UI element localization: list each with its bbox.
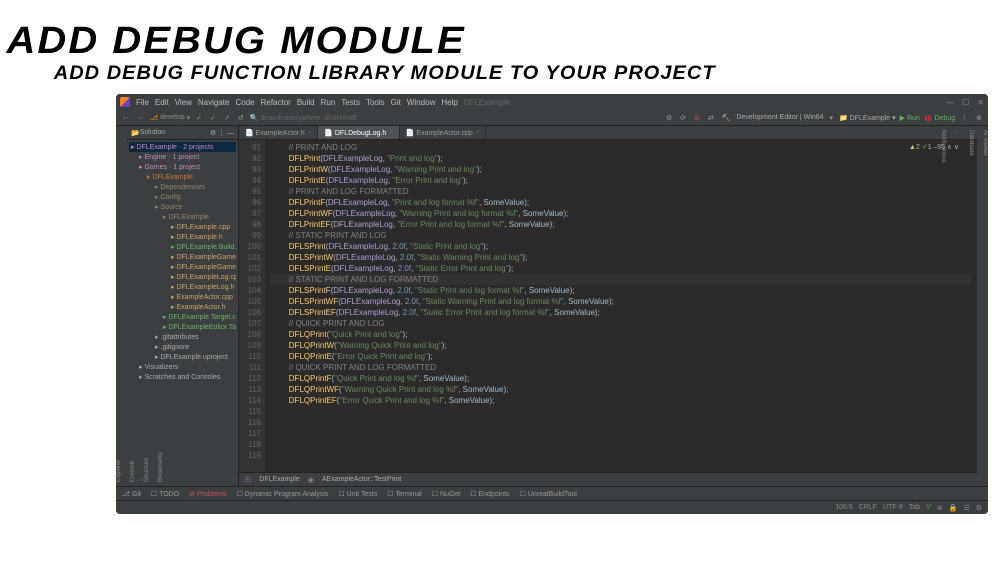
- bottom-tab-endpoints[interactable]: ☐ Endpoints: [470, 490, 509, 498]
- menu-build[interactable]: Build: [297, 98, 315, 107]
- menu-tools[interactable]: Tools: [366, 98, 385, 107]
- profiler-icon[interactable]: ⊕: [974, 114, 984, 122]
- vcs-commit-icon[interactable]: ✓: [208, 114, 218, 122]
- bottom-tab-todo[interactable]: ☐ TODO: [151, 490, 179, 498]
- search-hint[interactable]: 🔍 Search everywhere Shift+Shift: [250, 114, 357, 122]
- status-bar: 106:5 CRLF UTF-8 Tab V ⊛ 🔒 ☰ ⚙: [116, 500, 988, 514]
- page-title: ADD DEBUG MODULE: [0, 0, 1000, 63]
- settings-icon[interactable]: ⚙: [664, 114, 674, 122]
- stop-icon[interactable]: ⊘: [692, 114, 702, 122]
- menu-tests[interactable]: Tests: [341, 98, 360, 107]
- notif-icon[interactable]: ☰: [963, 504, 969, 512]
- bottom-tab-git[interactable]: ⎇ Git: [122, 490, 141, 498]
- forward-button[interactable]: →: [135, 114, 146, 121]
- menu-git[interactable]: Git: [391, 98, 401, 107]
- bottom-tab-unit-tests[interactable]: ☐ Unit Tests: [338, 490, 377, 498]
- editor-tab[interactable]: 📄 DFLDebugLog.h×: [318, 126, 400, 139]
- breadcrumb[interactable]: ☷DFLExample ◉AExampleActor::TestPrint: [239, 472, 977, 486]
- editor-panel: 📄 ExampleActor.h×📄 DFLDebugLog.h×📄 Examp…: [239, 126, 977, 486]
- sync-icon[interactable]: ⇄: [706, 114, 716, 122]
- bottom-tab-nuget[interactable]: ☐ NuGet: [432, 490, 460, 498]
- ai-icon[interactable]: ⊛: [937, 504, 943, 512]
- bottom-tab-terminal[interactable]: ☐ Terminal: [387, 490, 422, 498]
- bottom-tab-dynamic-program-analysis[interactable]: ☐ Dynamic Program Analysis: [237, 490, 329, 498]
- menu-file[interactable]: File: [136, 98, 149, 107]
- build-config-dropdown[interactable]: Development Editor | Win64: [736, 114, 823, 121]
- menu-help[interactable]: Help: [441, 98, 457, 107]
- more-icon[interactable]: ⋮: [959, 114, 970, 122]
- build-icon[interactable]: 🔨: [720, 114, 733, 122]
- debug-button[interactable]: 🐞 Debug: [924, 114, 955, 122]
- app-logo-icon: [120, 97, 130, 107]
- menu-navigate[interactable]: Navigate: [198, 98, 230, 107]
- indent[interactable]: Tab: [909, 504, 920, 511]
- close-tab-icon[interactable]: ×: [389, 130, 393, 136]
- bottom-tab-problems[interactable]: ⊘ Problems: [189, 490, 226, 498]
- editor-tab[interactable]: 📄 ExampleActor.h×: [239, 126, 318, 139]
- settings2-icon[interactable]: ⚙: [976, 504, 982, 512]
- close-tab-icon[interactable]: ×: [308, 130, 312, 136]
- vcs-push-icon[interactable]: ↗: [222, 114, 232, 122]
- run-target-dropdown[interactable]: 📁 DFLExample ▾: [839, 114, 896, 122]
- left-tab-structure[interactable]: Structure: [144, 130, 150, 482]
- inspection-widget[interactable]: ▲2 ✓1 ⎯95 ∧ ∨: [909, 143, 959, 152]
- menubar: File Edit View Navigate Code Refactor Build Run…: [136, 98, 458, 107]
- close-icon[interactable]: ✕: [977, 98, 984, 107]
- back-button[interactable]: ←: [120, 114, 131, 121]
- minimize-icon[interactable]: —: [946, 98, 954, 107]
- menu-window[interactable]: Window: [407, 98, 435, 107]
- run-button[interactable]: ▶ Run: [900, 114, 920, 122]
- close-tab-icon[interactable]: ×: [476, 130, 480, 136]
- menu-run[interactable]: Run: [321, 98, 336, 107]
- menu-edit[interactable]: Edit: [155, 98, 169, 107]
- menu-refactor[interactable]: Refactor: [261, 98, 291, 107]
- project-name: DFLExample: [464, 98, 510, 107]
- left-tool-tabs[interactable]: ExplorerCommitStructureBookmarks: [116, 126, 127, 486]
- bottom-tab-unrealbuildtool[interactable]: ☐ UnrealBuildTool: [520, 490, 577, 498]
- editor-tab[interactable]: 📄 ExampleActor.cpp×: [400, 126, 487, 139]
- vim-icon[interactable]: V: [926, 504, 931, 511]
- left-tab-commit[interactable]: Commit: [130, 130, 136, 482]
- branch-name[interactable]: develop: [160, 114, 185, 121]
- editor-tabs: 📄 ExampleActor.h×📄 DFLDebugLog.h×📄 Examp…: [239, 126, 977, 140]
- ide-window: File Edit View Navigate Code Refactor Build Run…: [116, 94, 988, 514]
- titlebar: File Edit View Navigate Code Refactor Build Run…: [116, 94, 988, 110]
- right-tool-tabs[interactable]: AI ViewerDatabase..Notifications: [977, 126, 988, 486]
- menu-view[interactable]: View: [175, 98, 192, 107]
- menu-code[interactable]: Code: [235, 98, 254, 107]
- branch-icon: ⎇: [150, 114, 158, 122]
- main-toolbar: ← → ⎇develop ▾ ✓ ✓ ↗ ↺ 🔍 Search everywhe…: [116, 110, 988, 126]
- vcs-update-icon[interactable]: ✓: [194, 114, 204, 122]
- bottom-tool-tabs: ⎇ Git ☐ TODO ⊘ Problems ☐ Dynamic Program A…: [116, 486, 988, 500]
- left-tab-bookmarks[interactable]: Bookmarks: [158, 130, 164, 482]
- code-editor[interactable]: // PRINT AND LOG DFLPrint(DFLExampleLog,…: [265, 140, 977, 472]
- left-tab-explorer[interactable]: Explorer: [116, 130, 122, 482]
- line-ending[interactable]: CRLF: [859, 504, 877, 511]
- history-icon[interactable]: ↺: [236, 114, 246, 122]
- page-subtitle: ADD DEBUG FUNCTION LIBRARY MODULE TO YOU…: [0, 63, 1000, 85]
- caret-position[interactable]: 106:5: [835, 504, 853, 511]
- right-tab[interactable]: AI Viewer: [982, 130, 988, 482]
- readonly-icon[interactable]: 🔒: [949, 504, 958, 512]
- gutter: 9192939495969798991001011021031041051061…: [239, 140, 265, 472]
- reload-icon[interactable]: ⟳: [678, 114, 688, 122]
- encoding[interactable]: UTF-8: [883, 504, 903, 511]
- maximize-icon[interactable]: ☐: [962, 98, 969, 107]
